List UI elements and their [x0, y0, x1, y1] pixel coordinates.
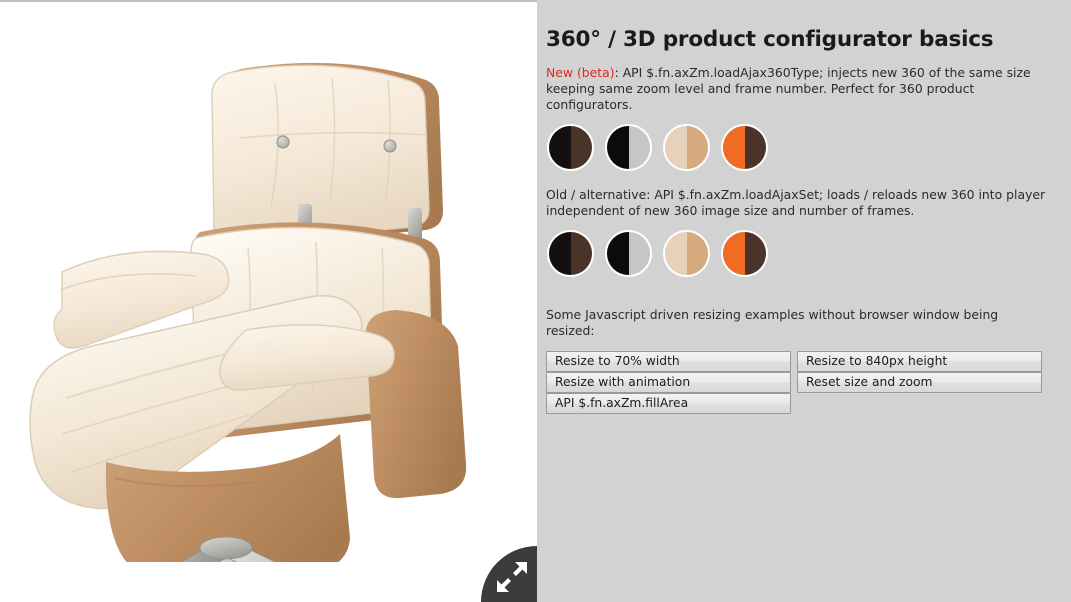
swatch-half-left — [607, 125, 629, 169]
swatch-half-right — [570, 231, 592, 275]
swatch-half-left — [549, 231, 571, 275]
expand-arrows-icon — [497, 562, 527, 592]
swatch-black-darkbrown[interactable] — [547, 123, 594, 171]
swatch-half-right — [744, 125, 766, 169]
resize-button-grid: Resize to 70% width Resize to 840px heig… — [546, 351, 1046, 415]
swatch-cream-tan[interactable] — [663, 123, 710, 171]
swatch-black-darkbrown[interactable] — [547, 229, 594, 277]
product-image-lounge-chair[interactable] — [10, 42, 530, 562]
swatch-row-new — [547, 123, 1047, 171]
swatch-half-left — [723, 125, 745, 169]
swatch-half-left — [665, 231, 687, 275]
resize-to-70-width-button[interactable]: Resize to 70% width — [546, 351, 791, 373]
new-beta-badge: New (beta) — [546, 64, 615, 80]
swatch-cream-tan[interactable] — [663, 229, 710, 277]
swatch-half-right — [686, 125, 708, 169]
product-360-viewer[interactable] — [0, 0, 537, 602]
swatch-row-old — [547, 229, 1047, 277]
info-panel: 360° / 3D product configurator basics Ne… — [537, 0, 1071, 602]
swatch-half-right — [628, 125, 650, 169]
resize-examples-intro: Some Javascript driven resizing examples… — [546, 306, 999, 338]
resize-to-840px-height-button[interactable]: Resize to 840px height — [797, 351, 1042, 373]
swatch-black-lightgray[interactable] — [605, 229, 652, 277]
swatch-half-right — [628, 231, 650, 275]
resize-with-animation-button[interactable]: Resize with animation — [546, 372, 791, 394]
viewer-stage[interactable] — [0, 2, 537, 602]
page-root: 360° / 3D product configurator basics Ne… — [0, 0, 1071, 602]
swatch-orange-darkbrown[interactable] — [721, 123, 768, 171]
old-alternative-description: Old / alternative: API $.fn.axZm.loadAja… — [546, 186, 1046, 219]
swatch-half-left — [665, 125, 687, 169]
swatch-half-right — [570, 125, 592, 169]
new-beta-description: New (beta): API $.fn.axZm.loadAjax360Typ… — [546, 65, 1047, 114]
swatch-half-left — [723, 231, 745, 275]
swatch-half-left — [549, 125, 571, 169]
reset-size-and-zoom-button[interactable]: Reset size and zoom — [797, 372, 1042, 394]
swatch-orange-darkbrown[interactable] — [721, 229, 768, 277]
page-title: 360° / 3D product configurator basics — [546, 27, 994, 52]
new-beta-text: : API $.fn.axZm.loadAjax360Type; injects… — [546, 64, 1031, 113]
swatch-half-left — [607, 231, 629, 275]
swatch-half-right — [744, 231, 766, 275]
swatch-half-right — [686, 231, 708, 275]
fill-area-api-button[interactable]: API $.fn.axZm.fillArea — [546, 393, 791, 415]
swatch-black-lightgray[interactable] — [605, 123, 652, 171]
